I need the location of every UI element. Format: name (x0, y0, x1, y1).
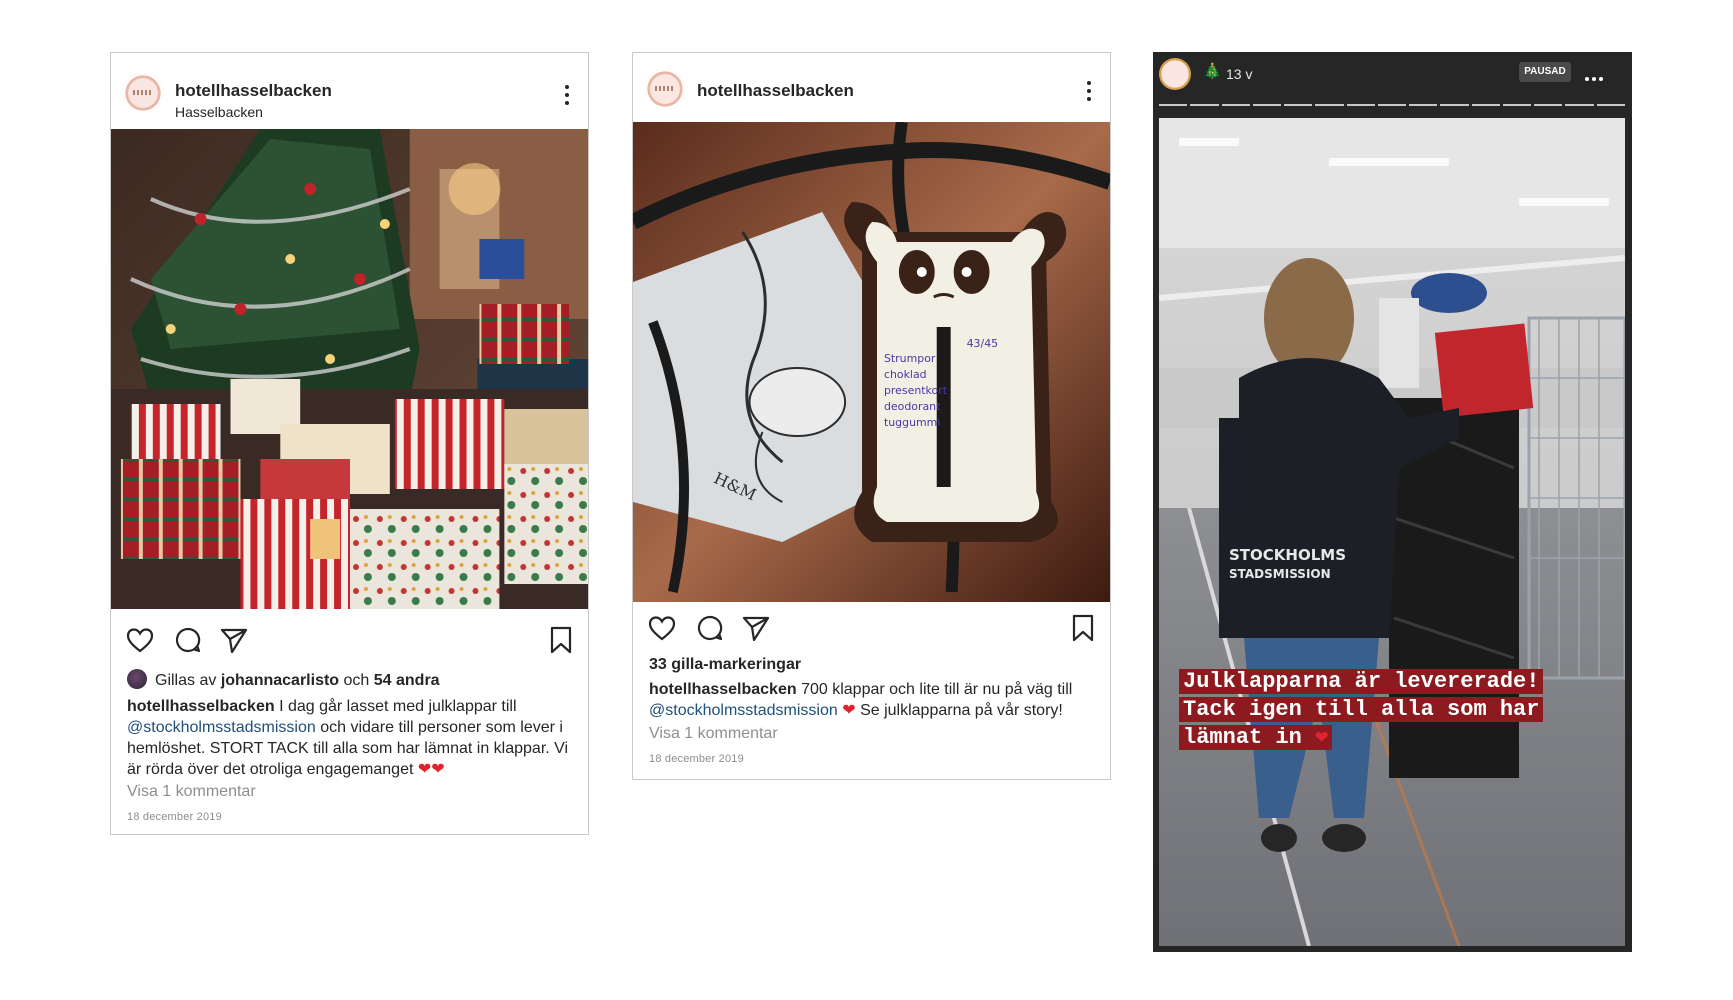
post-actions (633, 613, 1110, 653)
warehouse-delivery-image: STOCKHOLMS STADSMISSION (1159, 118, 1625, 946)
paused-badge[interactable]: PAUSAD (1519, 62, 1571, 82)
caption-mention-link[interactable]: @stockholmsstadsmission (649, 702, 838, 719)
post-caption: hotellhasselbacken 700 klappar och lite … (649, 679, 1096, 721)
story-progress-bar (1159, 104, 1625, 106)
heart-emoji-icon: ❤ (842, 702, 856, 719)
save-bookmark-icon[interactable] (1068, 613, 1098, 643)
jacket-print-line-1: STOCKHOLMS (1229, 546, 1346, 564)
caption-mention-link[interactable]: @stockholmsstadsmission (127, 719, 316, 736)
story-text-line-3: lämnat in ❤ (1179, 725, 1333, 750)
story-progress-segment (1596, 104, 1625, 106)
post-date: 18 december 2019 (649, 753, 744, 765)
instagram-post-1: hotellhasselbacken Hasselbacken Gillas a… (110, 52, 589, 835)
post-location[interactable]: Hasselbacken (175, 104, 263, 120)
profile-avatar[interactable] (645, 69, 685, 109)
story-more-options-icon[interactable] (1585, 68, 1609, 81)
tag-line-4: deodorant (884, 400, 941, 413)
story-progress-segment (1440, 104, 1469, 106)
likes-others-count[interactable]: 54 andra (374, 672, 440, 689)
profile-avatar[interactable] (123, 73, 163, 113)
story-text-overlay: Julklapparna är levererade! Tack igen ti… (1179, 668, 1609, 752)
post-date: 18 december 2019 (127, 811, 222, 823)
story-progress-segment (1159, 104, 1188, 106)
caption-username[interactable]: hotellhasselbacken (649, 681, 797, 698)
tag-number: 43/45 (967, 337, 999, 350)
like-heart-icon[interactable] (647, 613, 677, 643)
instagram-post-2: hotellhasselbacken Strumpor choklad pres… (632, 52, 1111, 780)
story-avatar[interactable] (1159, 58, 1191, 90)
story-photo-warehouse[interactable]: STOCKHOLMS STADSMISSION (1159, 118, 1625, 946)
christmas-tree-icon: 🎄 (1203, 63, 1222, 80)
instagram-story: 🎄 13 v PAUSAD STOCKHOLMS STADSMISSION Ju… (1153, 52, 1632, 952)
story-progress-segment (1346, 104, 1375, 106)
story-timestamp: 13 v (1226, 66, 1253, 82)
share-send-icon[interactable] (219, 625, 249, 655)
comment-icon[interactable] (695, 613, 725, 643)
story-progress-segment (1409, 104, 1438, 106)
heart-emoji-icon: ❤ (1315, 725, 1329, 750)
liker-avatar[interactable] (127, 669, 147, 689)
post-actions (111, 625, 588, 665)
story-progress-segment (1502, 104, 1532, 106)
story-text-line-2: Tack igen till alla som har (1179, 697, 1544, 722)
like-heart-icon[interactable] (125, 625, 155, 655)
christmas-tree-gifts-image (111, 129, 588, 609)
gift-tag-image: Strumpor choklad presentkort deodorant t… (633, 122, 1110, 602)
tag-line-3: presentkort (884, 384, 948, 397)
story-progress-segment (1471, 104, 1500, 106)
tag-line-2: choklad (884, 368, 927, 381)
share-send-icon[interactable] (741, 613, 771, 643)
likes-prefix: Gillas av (155, 672, 217, 689)
likes-conjunction: och (343, 672, 370, 689)
post-username[interactable]: hotellhasselbacken (175, 81, 332, 101)
post-header: hotellhasselbacken (633, 53, 1110, 122)
more-options-icon[interactable] (1086, 81, 1092, 103)
post-photo-christmas-tree[interactable] (111, 129, 588, 609)
more-options-icon[interactable] (564, 85, 570, 107)
story-text-line-1: Julklapparna är levererade! (1179, 669, 1544, 694)
story-progress-segment (1252, 104, 1282, 106)
story-progress-segment (1284, 104, 1313, 106)
story-progress-segment (1534, 104, 1563, 106)
story-progress-segment (1315, 104, 1344, 106)
story-progress-segment (1565, 104, 1594, 106)
post-photo-panda-tag[interactable]: Strumpor choklad presentkort deodorant t… (633, 122, 1110, 602)
jacket-print-line-2: STADSMISSION (1229, 567, 1331, 581)
comment-icon[interactable] (173, 625, 203, 655)
tag-line-1: Strumpor (884, 352, 936, 365)
heart-emoji-icon: ❤❤ (417, 761, 445, 778)
caption-username[interactable]: hotellhasselbacken (127, 698, 275, 715)
save-bookmark-icon[interactable] (546, 625, 576, 655)
view-comments-link[interactable]: Visa 1 kommentar (649, 725, 778, 743)
caption-text: 700 klappar och lite till är nu på väg t… (801, 681, 1073, 698)
tag-line-5: tuggummi (884, 416, 940, 429)
caption-text: I dag går lasset med julklappar till (279, 698, 517, 715)
post-caption: hotellhasselbacken I dag går lasset med … (127, 696, 574, 780)
post-header: hotellhasselbacken Hasselbacken (111, 53, 588, 129)
story-progress-segment (1221, 104, 1250, 106)
view-comments-link[interactable]: Visa 1 kommentar (127, 783, 256, 801)
caption-text-continued: Se julklapparna på vår story! (860, 702, 1063, 719)
post-username[interactable]: hotellhasselbacken (697, 81, 854, 101)
likes-count[interactable]: 33 gilla-markeringar (649, 656, 801, 674)
liker-username[interactable]: johannacarlisto (221, 672, 339, 689)
likes-summary: Gillas av johannacarlisto och 54 andra (127, 669, 440, 690)
story-progress-segment (1377, 104, 1407, 106)
story-progress-segment (1190, 104, 1219, 106)
